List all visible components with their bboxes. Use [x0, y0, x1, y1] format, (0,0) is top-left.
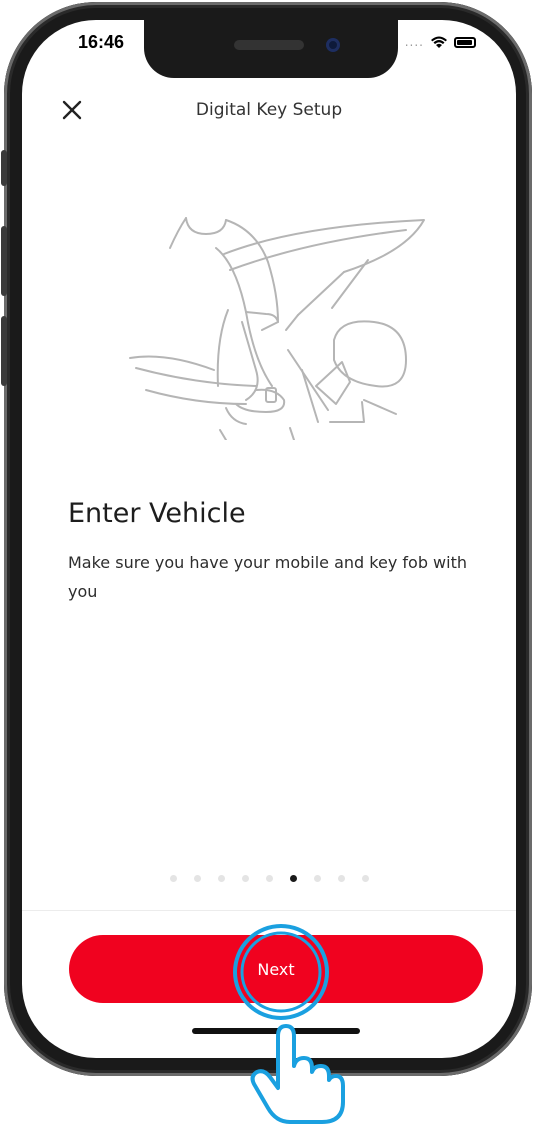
status-icons: ....	[405, 35, 476, 49]
page-dot	[265, 875, 273, 882]
page-dot	[217, 875, 225, 882]
nav-bar: Digital Key Setup	[22, 90, 516, 130]
notch	[144, 20, 398, 78]
footer-divider	[22, 910, 516, 911]
speaker-grille	[234, 40, 304, 50]
signal-icon: ....	[404, 35, 424, 49]
page-indicator	[22, 875, 516, 882]
front-camera	[326, 38, 340, 52]
side-button-mute	[1, 150, 7, 186]
home-indicator	[192, 1028, 360, 1034]
side-button-volume-down	[1, 316, 7, 386]
person-entering-car-illustration	[129, 217, 425, 440]
page-dot	[337, 875, 345, 882]
screen: 16:46 .... Digital Key Setup Enter Vehic…	[22, 20, 516, 1058]
page-title: Digital Key Setup	[195, 100, 343, 120]
app-stage: 16:46 .... Digital Key Setup Enter Vehic…	[0, 0, 538, 1124]
step-heading: Enter Vehicle	[68, 498, 246, 529]
status-time: 16:46	[78, 32, 125, 52]
page-dot	[241, 875, 249, 882]
page-dot	[313, 875, 321, 882]
page-dot	[169, 875, 177, 882]
page-dot	[361, 875, 369, 882]
side-button-volume-up	[1, 226, 7, 296]
wifi-icon	[431, 36, 447, 48]
page-dot-active	[289, 875, 297, 882]
page-dot	[193, 875, 201, 882]
battery-icon	[454, 36, 476, 48]
step-description: Make sure you have your mobile and key f…	[68, 553, 467, 601]
next-button[interactable]: Next	[69, 935, 483, 1003]
